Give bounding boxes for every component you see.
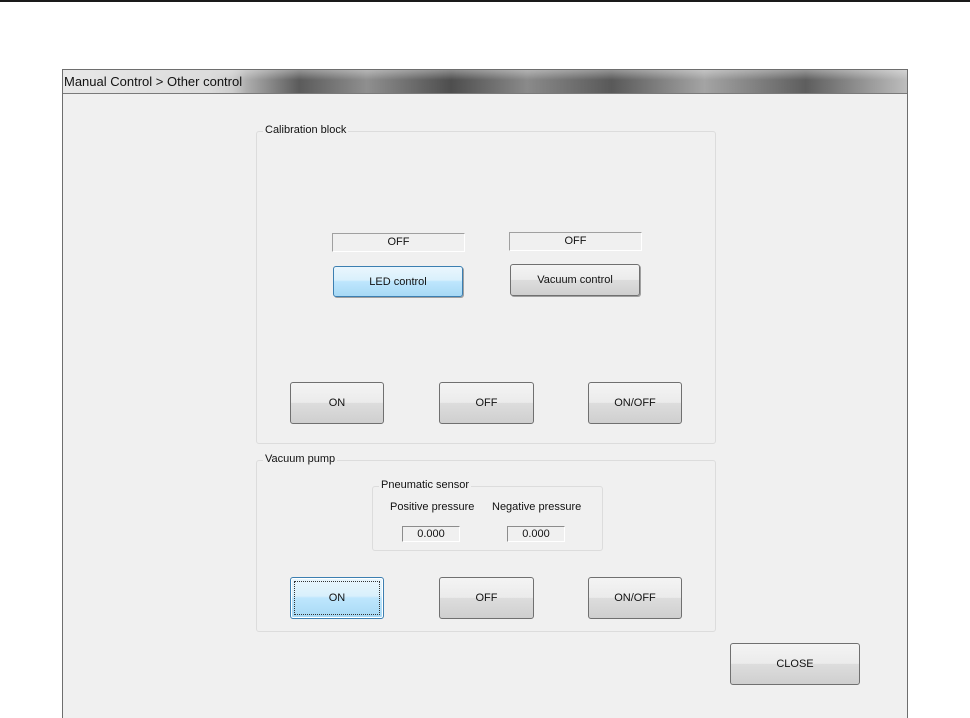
other-control-window: Manual Control > Other control Calibrati…: [62, 69, 908, 718]
top-border-line: [0, 0, 970, 2]
vacuum-pump-label: Vacuum pump: [263, 453, 338, 465]
calibration-block-label: Calibration block: [263, 124, 349, 136]
vacuum-pump-onoff-button[interactable]: ON/OFF: [588, 577, 682, 619]
window-title: Manual Control > Other control: [63, 70, 247, 93]
vacuum-pump-off-button[interactable]: OFF: [439, 577, 534, 619]
positive-pressure-value: 0.000: [402, 526, 460, 542]
calibration-off-button[interactable]: OFF: [439, 382, 534, 424]
negative-pressure-value: 0.000: [507, 526, 565, 542]
led-control-button[interactable]: LED control: [333, 266, 463, 297]
title-bar[interactable]: Manual Control > Other control: [63, 70, 907, 94]
calibration-block-group: Calibration block OFF OFF LED control Va…: [256, 124, 716, 444]
vacuum-pump-on-button[interactable]: ON: [290, 577, 384, 619]
close-button[interactable]: CLOSE: [730, 643, 860, 685]
pneumatic-sensor-label: Pneumatic sensor: [379, 479, 472, 491]
led-status-indicator: OFF: [332, 233, 465, 252]
calibration-on-button[interactable]: ON: [290, 382, 384, 424]
pneumatic-sensor-group: Pneumatic sensor Positive pressure Negat…: [372, 479, 603, 551]
vacuum-status-indicator: OFF: [509, 232, 642, 251]
vacuum-pump-group: Vacuum pump Pneumatic sensor Positive pr…: [256, 453, 716, 632]
positive-pressure-label: Positive pressure: [390, 501, 475, 513]
negative-pressure-label: Negative pressure: [492, 501, 582, 513]
calibration-onoff-button[interactable]: ON/OFF: [588, 382, 682, 424]
vacuum-control-button[interactable]: Vacuum control: [510, 264, 640, 296]
